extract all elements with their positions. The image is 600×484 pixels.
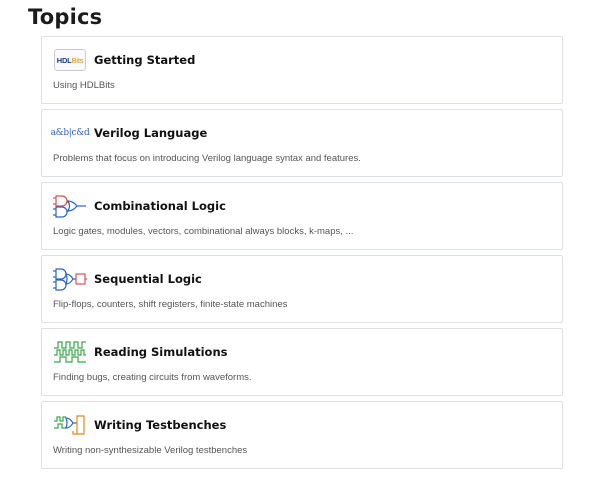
hdlbits-logo-text-b: Bits [71,55,84,65]
topic-title[interactable]: Sequential Logic [94,272,202,286]
topic-description: Logic gates, modules, vectors, combinati… [53,226,354,237]
logic-gates-icon [53,193,87,219]
page-title: Topics [28,5,103,29]
topic-description: Problems that focus on introducing Veril… [53,153,361,164]
topic-title[interactable]: Getting Started [94,53,195,67]
testbench-icon [53,412,87,438]
topic-card-reading-simulations[interactable]: Reading Simulations Finding bugs, creati… [41,328,563,396]
topic-card-combinational-logic[interactable]: Combinational Logic Logic gates, modules… [41,182,563,250]
hdlbits-logo-text-a: HDL [56,55,72,65]
topic-title[interactable]: Combinational Logic [94,199,226,213]
verilog-operators-icon: a&b|c&d [50,120,90,146]
topic-description: Flip-flops, counters, shift registers, f… [53,299,288,310]
topic-card-getting-started[interactable]: HDL Bits Getting Started Using HDLBits [41,36,563,104]
topic-list: HDL Bits Getting Started Using HDLBits a&… [41,36,563,474]
waveform-icon [53,339,87,365]
topic-title[interactable]: Verilog Language [94,126,207,140]
topic-card-verilog-language[interactable]: a&b|c&d Verilog Language Problems that f… [41,109,563,177]
topic-description: Writing non-synthesizable Verilog testbe… [53,445,248,456]
topic-description: Finding bugs, creating circuits from wav… [53,372,252,383]
topic-card-writing-testbenches[interactable]: Writing Testbenches Writing non-synthesi… [41,401,563,469]
hdlbits-logo-icon: HDL Bits [53,47,87,73]
verilog-logo-text: a&b|c&d [50,128,90,138]
flip-flop-icon [53,266,87,292]
topic-title[interactable]: Reading Simulations [94,345,227,359]
topic-title[interactable]: Writing Testbenches [94,418,226,432]
topic-card-sequential-logic[interactable]: Sequential Logic Flip-flops, counters, s… [41,255,563,323]
topic-description: Using HDLBits [53,80,115,91]
